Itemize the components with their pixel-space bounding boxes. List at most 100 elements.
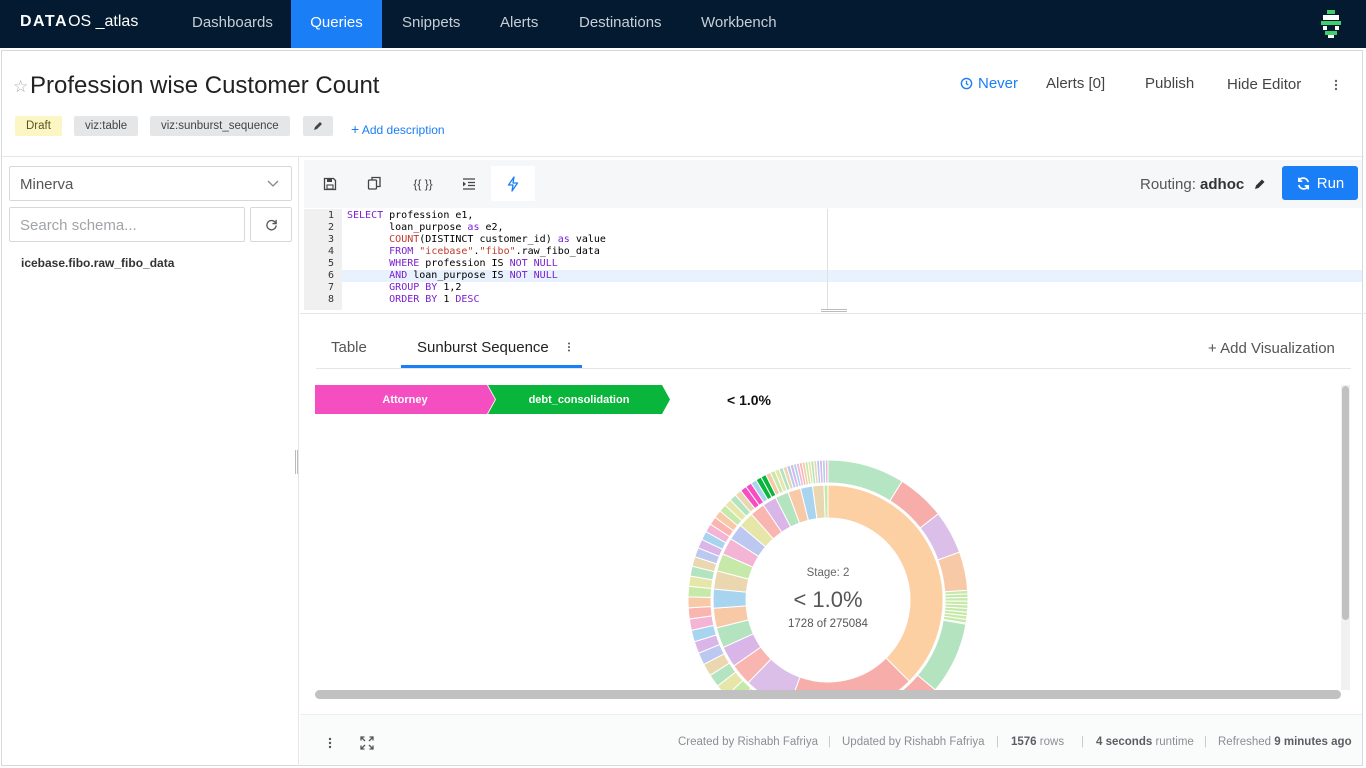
save-button[interactable] xyxy=(308,166,352,201)
duplicate-button[interactable] xyxy=(352,166,396,201)
fullscreen-icon[interactable] xyxy=(360,736,374,750)
tab-sunburst-sequence[interactable]: Sunburst Sequence xyxy=(417,339,549,356)
code-line: SELECT profession e1, xyxy=(347,210,474,221)
brand-logo[interactable]: DATAOS _atlas xyxy=(20,13,138,31)
alerts-button[interactable]: Alerts [0] xyxy=(1046,75,1105,92)
refreshed-label: Refreshed xyxy=(1218,736,1272,748)
schedule-button[interactable]: Never xyxy=(960,75,1018,92)
created-by: Created by Rishabh Fafriya xyxy=(678,736,818,748)
panel-resize-handle[interactable] xyxy=(295,450,298,474)
viz-horizontal-scrollbar[interactable] xyxy=(315,690,1341,699)
run-label: Run xyxy=(1316,174,1345,192)
add-parameter-button[interactable]: {{ }} xyxy=(401,166,445,201)
tab-table[interactable]: Table xyxy=(331,339,367,356)
editor-divider xyxy=(300,313,1366,314)
refresh-icon xyxy=(266,219,277,231)
run-button[interactable]: Run xyxy=(1282,166,1358,200)
query-footer xyxy=(300,715,1362,765)
line-number: 5 xyxy=(327,258,334,269)
sunburst-segment[interactable] xyxy=(687,596,712,609)
pencil-icon xyxy=(314,122,322,130)
copy-icon xyxy=(367,176,381,190)
more-options-icon[interactable] xyxy=(1332,78,1340,92)
query-title[interactable]: Profession wise Customer Count xyxy=(30,72,379,100)
viz-table-tag: viz:table xyxy=(74,116,139,136)
pencil-icon xyxy=(1255,179,1265,189)
code-line: ORDER BY 1 DESC xyxy=(389,294,480,305)
print-margin xyxy=(827,209,828,310)
meta-separator: | xyxy=(1081,736,1084,748)
sunburst-segment[interactable] xyxy=(823,484,829,519)
sunburst-segment[interactable] xyxy=(789,657,911,691)
schema-table-item[interactable]: icebase.fibo.raw_fibo_data xyxy=(21,256,174,270)
save-icon xyxy=(323,177,337,190)
nav-dashboards[interactable]: Dashboards xyxy=(172,0,293,48)
tab-options-icon[interactable] xyxy=(565,341,573,353)
user-avatar-icon[interactable] xyxy=(1316,9,1346,39)
code-line: loan_purpose as e2, xyxy=(347,222,504,233)
refresh-icon xyxy=(1297,176,1309,190)
nav-snippets[interactable]: Snippets xyxy=(382,0,480,48)
sunburst-segment[interactable] xyxy=(824,459,829,484)
refreshed-value: 9 minutes ago xyxy=(1274,736,1352,748)
clock-icon xyxy=(960,77,973,90)
code-line: COUNT(DISTINCT customer_id) as value xyxy=(389,234,606,245)
editor-resize-handle[interactable] xyxy=(821,309,847,312)
nav-destinations[interactable]: Destinations xyxy=(559,0,682,48)
add-description-link[interactable]: + Add description xyxy=(351,121,445,137)
viz-vertical-scroll-thumb[interactable] xyxy=(1342,386,1349,620)
breadcrumb-debt-consolidation: debt_consolidation xyxy=(488,385,670,414)
nav-queries[interactable]: Queries xyxy=(291,0,382,48)
meta-separator: | xyxy=(828,736,831,748)
favorite-star-icon[interactable]: ☆ xyxy=(13,77,28,97)
schema-search-input[interactable]: Search schema... xyxy=(9,207,245,242)
chevron-down-icon xyxy=(267,180,279,187)
refreshed-at: Refreshed 9 minutes ago xyxy=(1218,736,1352,748)
data-source-value: Minerva xyxy=(20,176,74,193)
sunburst-center-percentage: < 1.0% xyxy=(793,587,863,612)
edit-tags-button[interactable] xyxy=(303,116,333,136)
add-visualization-button[interactable]: + Add Visualization xyxy=(1208,340,1335,357)
tabs-divider xyxy=(316,368,1351,369)
row-count: 1576 rows xyxy=(1011,736,1064,748)
sql-editor[interactable]: 1 2 3 4 5 6 7 8 SELECT profession e1, lo… xyxy=(304,209,1362,310)
sunburst-count-label: 1728 of 275084 xyxy=(788,618,868,630)
line-number: 2 xyxy=(327,222,334,233)
schedule-label: Never xyxy=(978,75,1019,92)
nav-workbench[interactable]: Workbench xyxy=(681,0,797,48)
runtime: 4 seconds runtime xyxy=(1096,736,1194,748)
schema-panel xyxy=(2,157,299,766)
routing-value: adhoc xyxy=(1200,176,1245,193)
line-number: 4 xyxy=(327,246,334,257)
nav-alerts[interactable]: Alerts xyxy=(480,0,558,48)
runtime-value: 4 seconds xyxy=(1096,736,1153,748)
routing-label: Routing: xyxy=(1140,176,1196,193)
line-number: 1 xyxy=(327,210,334,221)
updated-by: Updated by Rishabh Fafriya xyxy=(842,736,985,748)
row-count-value: 1576 xyxy=(1011,736,1037,748)
code-line: GROUP BY 1,2 xyxy=(389,282,462,293)
row-count-label: rows xyxy=(1039,736,1065,748)
line-number: 6 xyxy=(327,270,334,281)
code-line: WHERE profession IS NOT NULL xyxy=(389,258,558,269)
indent-icon xyxy=(463,177,475,190)
parameter-braces-icon: {{ }} xyxy=(413,176,433,191)
hide-editor-button[interactable]: Hide Editor xyxy=(1227,76,1301,93)
routing-selector[interactable]: Routing: adhoc xyxy=(1140,176,1266,193)
sunburst-stage-label: Stage: 2 xyxy=(806,567,850,579)
data-source-select[interactable]: Minerva xyxy=(9,166,292,201)
breadcrumb-attorney: Attorney xyxy=(315,385,495,414)
autocomplete-toggle-button[interactable] xyxy=(491,166,535,201)
code-line: FROM "icebase"."fibo".raw_fibo_data xyxy=(389,246,600,257)
draft-tag: Draft xyxy=(15,116,62,136)
viz-sunburst-tag: viz:sunburst_sequence xyxy=(150,116,290,136)
meta-separator: | xyxy=(996,736,999,748)
line-number: 7 xyxy=(327,282,334,293)
code-line: AND loan_purpose IS NOT NULL xyxy=(389,270,558,281)
lightning-icon xyxy=(507,175,519,192)
format-query-button[interactable] xyxy=(447,166,491,201)
footer-menu-icon[interactable] xyxy=(327,736,333,750)
runtime-label: runtime xyxy=(1155,736,1194,748)
publish-button[interactable]: Publish xyxy=(1145,75,1194,92)
refresh-schema-button[interactable] xyxy=(250,207,292,242)
